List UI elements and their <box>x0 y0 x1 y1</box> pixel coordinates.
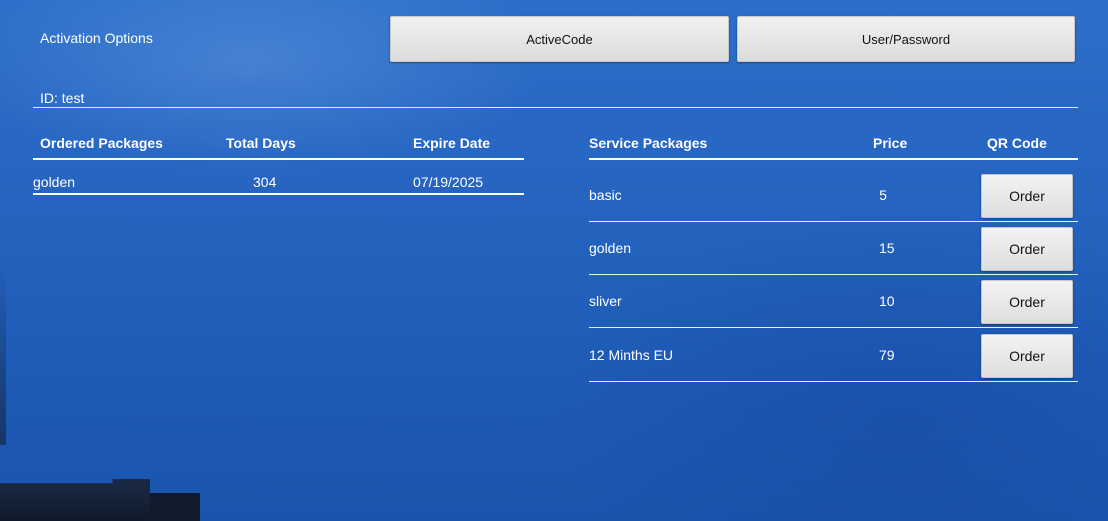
ordered-expire-date: 07/19/2025 <box>413 174 484 190</box>
price-header: Price <box>873 135 908 151</box>
background-building-edge <box>0 265 6 445</box>
divider <box>33 107 1078 108</box>
service-package-name: basic <box>589 187 622 203</box>
qr-code-header: QR Code <box>987 135 1047 151</box>
service-package-name: golden <box>589 240 632 256</box>
expire-date-header: Expire Date <box>413 135 491 151</box>
divider <box>33 158 524 160</box>
divider <box>589 327 1078 328</box>
order-button[interactable]: Order <box>981 280 1073 324</box>
service-package-price: 79 <box>879 347 895 363</box>
user-password-button[interactable]: User/Password <box>737 16 1075 62</box>
table-row: golden 15 Order <box>589 222 1078 275</box>
active-code-button[interactable]: ActiveCode <box>390 16 729 62</box>
account-id-label: ID: test <box>40 90 85 106</box>
total-days-header: Total Days <box>226 135 296 151</box>
service-packages-header: Service Packages <box>589 135 708 151</box>
service-package-price: 5 <box>879 187 887 203</box>
table-row: basic 5 Order <box>589 169 1078 222</box>
ordered-packages-header: Ordered Packages <box>40 135 163 151</box>
divider <box>33 193 524 195</box>
divider <box>589 158 1078 160</box>
page-title: Activation Options <box>40 30 153 46</box>
service-package-name: 12 Minths EU <box>589 347 674 363</box>
service-package-price: 10 <box>879 293 895 309</box>
service-package-price: 15 <box>879 240 895 256</box>
order-button[interactable]: Order <box>981 227 1073 271</box>
ordered-package-name: golden <box>33 174 76 190</box>
table-row: sliver 10 Order <box>589 275 1078 328</box>
order-button[interactable]: Order <box>981 174 1073 218</box>
divider <box>589 381 1078 382</box>
background-building-roof <box>0 479 150 521</box>
ordered-total-days: 304 <box>253 174 277 190</box>
order-button[interactable]: Order <box>981 334 1073 378</box>
table-row: 12 Minths EU 79 Order <box>589 329 1078 382</box>
service-package-name: sliver <box>589 293 622 309</box>
